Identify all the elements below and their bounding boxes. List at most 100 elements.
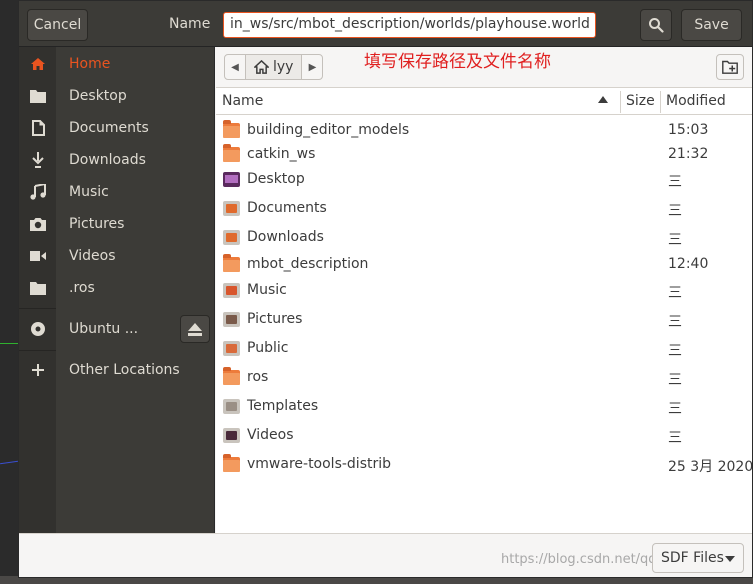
path-forward-button[interactable]: ▶ xyxy=(302,55,322,79)
column-modified[interactable]: Modified xyxy=(666,93,726,109)
sidebar-item-home[interactable]: Home xyxy=(19,48,215,80)
column-separator xyxy=(660,91,661,113)
sidebar-item-ubuntu-volume[interactable]: Ubuntu ... xyxy=(19,313,215,345)
folder-icon xyxy=(223,254,240,272)
new-folder-button[interactable] xyxy=(716,54,744,80)
file-row[interactable]: building_editor_models 15:03 xyxy=(216,118,752,144)
file-row[interactable]: Documents 三 xyxy=(216,196,752,222)
file-modified: 三 xyxy=(668,314,682,330)
music-icon xyxy=(29,183,47,201)
sidebar-item-music[interactable]: Music xyxy=(19,176,215,208)
file-name: Desktop xyxy=(247,171,305,187)
sidebar-item-desktop[interactable]: Desktop xyxy=(19,80,215,112)
cancel-button[interactable]: Cancel xyxy=(27,9,88,41)
file-name: Music xyxy=(247,282,287,298)
sidebar-item-label: Documents xyxy=(69,120,149,136)
file-name: mbot_description xyxy=(247,256,369,272)
file-modified: 三 xyxy=(668,372,682,388)
column-separator xyxy=(620,91,621,113)
path-back-button[interactable]: ◀ xyxy=(225,55,245,79)
sidebar-item-other-locations[interactable]: Other Locations xyxy=(19,354,215,386)
breadcrumb-home[interactable]: lyy xyxy=(245,55,303,79)
file-name: Public xyxy=(247,340,289,356)
sidebar-item-label: Music xyxy=(69,184,109,200)
file-modified: 15:03 xyxy=(668,122,709,138)
sidebar-item-label: Home xyxy=(69,56,111,72)
places-sidebar: Home Desktop Documents Downloads Music P… xyxy=(19,47,215,533)
file-modified: 12:40 xyxy=(668,256,709,272)
special-folder-icon xyxy=(223,399,240,414)
search-button[interactable] xyxy=(640,9,672,41)
sidebar-item-pictures[interactable]: Pictures xyxy=(19,208,215,240)
document-icon xyxy=(29,119,47,137)
file-row[interactable]: catkin_ws 21:32 xyxy=(216,142,752,168)
file-row[interactable]: Downloads 三 xyxy=(216,225,752,251)
file-row[interactable]: Templates 三 xyxy=(216,394,752,420)
sidebar-item-label: Videos xyxy=(69,248,116,264)
sidebar-item-label: Pictures xyxy=(69,216,125,232)
file-row[interactable]: Public 三 xyxy=(216,336,752,362)
sidebar-item-label: Ubuntu ... xyxy=(69,321,139,337)
sidebar-item-label: Desktop xyxy=(69,88,127,104)
folder-icon xyxy=(223,120,240,138)
camera-icon xyxy=(29,215,47,233)
save-button[interactable]: Save xyxy=(681,9,742,41)
file-type-dropdown[interactable]: SDF Files xyxy=(652,543,744,573)
file-row[interactable]: Videos 三 xyxy=(216,423,752,449)
breadcrumb-label: lyy xyxy=(273,59,294,75)
column-size[interactable]: Size xyxy=(626,93,655,109)
file-name: ros xyxy=(247,369,269,385)
file-name: Downloads xyxy=(247,229,324,245)
file-modified: 三 xyxy=(668,343,682,359)
file-modified: 三 xyxy=(668,285,682,301)
file-name: vmware-tools-distrib xyxy=(247,456,392,472)
file-name: Templates xyxy=(247,398,319,414)
file-name: catkin_ws xyxy=(247,146,316,162)
special-folder-icon xyxy=(223,341,240,356)
filename-input[interactable]: in_ws/src/mbot_description/worlds/playho… xyxy=(223,12,596,38)
sidebar-item-label: Other Locations xyxy=(69,362,180,378)
background-desktop xyxy=(0,0,18,584)
file-browser: ◀ lyy ▶ 填写保存路径及文件名称 Name Size Modified b… xyxy=(216,47,753,533)
home-icon xyxy=(29,55,47,73)
file-row[interactable]: ros 三 xyxy=(216,365,752,391)
sidebar-separator xyxy=(19,350,56,351)
sidebar-item-downloads[interactable]: Downloads xyxy=(19,144,215,176)
file-row[interactable]: Pictures 三 xyxy=(216,307,752,333)
file-modified: 三 xyxy=(668,203,682,219)
disc-icon xyxy=(29,320,47,338)
file-name: Videos xyxy=(247,427,294,443)
search-icon xyxy=(649,18,664,33)
file-modified: 三 xyxy=(668,232,682,248)
eject-icon xyxy=(188,322,202,336)
file-row[interactable]: Desktop 三 xyxy=(216,167,752,193)
plus-icon xyxy=(29,361,47,379)
annotation-text: 填写保存路径及文件名称 xyxy=(364,52,551,72)
file-name: Pictures xyxy=(247,311,303,327)
home-icon xyxy=(254,60,269,74)
sidebar-item-ros[interactable]: .ros xyxy=(19,272,215,304)
sidebar-item-videos[interactable]: Videos xyxy=(19,240,215,272)
folder-icon xyxy=(29,279,47,297)
background-line xyxy=(0,343,18,344)
file-row[interactable]: vmware-tools-distrib 25 3月 2020 xyxy=(216,452,753,478)
column-name[interactable]: Name xyxy=(222,93,263,109)
file-modified: 三 xyxy=(668,430,682,446)
desktop-folder-icon xyxy=(223,172,240,187)
file-type-label: SDF Files xyxy=(661,550,724,566)
file-row[interactable]: mbot_description 12:40 xyxy=(216,252,752,278)
file-name: Documents xyxy=(247,200,327,216)
new-folder-icon xyxy=(722,60,738,74)
dialog-header: Cancel Name in_ws/src/mbot_description/w… xyxy=(19,1,752,47)
video-icon xyxy=(29,247,47,265)
file-row[interactable]: Music 三 xyxy=(216,278,752,304)
special-folder-icon xyxy=(223,312,240,327)
eject-button[interactable] xyxy=(180,315,210,343)
sidebar-separator xyxy=(19,308,56,309)
folder-icon xyxy=(223,144,240,162)
download-icon xyxy=(29,151,47,169)
sidebar-item-documents[interactable]: Documents xyxy=(19,112,215,144)
special-folder-icon xyxy=(223,201,240,216)
sidebar-item-label: Downloads xyxy=(69,152,146,168)
file-modified: 25 3月 2020 xyxy=(668,459,753,475)
